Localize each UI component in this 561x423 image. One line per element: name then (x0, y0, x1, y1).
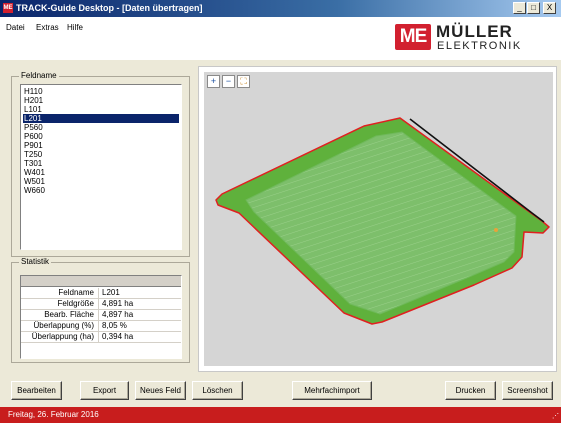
field-list-item[interactable]: W501 (23, 177, 179, 186)
minimize-button[interactable]: _ (513, 2, 526, 14)
menu-extras[interactable]: Extras (36, 22, 59, 34)
delete-button[interactable]: Löschen (192, 381, 243, 400)
field-list-item[interactable]: W660 (23, 186, 179, 195)
stat-label: Feldgröße (57, 299, 94, 308)
stat-label: Bearb. Fläche (44, 310, 94, 319)
field-map-graphic (215, 117, 550, 325)
table-row: Überlappung (ha) 0,394 ha (21, 332, 181, 343)
stat-label: Überlappung (%) (33, 321, 94, 330)
close-button[interactable]: X (543, 2, 556, 14)
field-list-item[interactable]: T250 (23, 150, 179, 159)
new-field-button[interactable]: Neues Feld (135, 381, 186, 400)
field-list-item[interactable]: L201 (23, 114, 179, 123)
stat-label: Feldname (58, 288, 94, 297)
edit-button[interactable]: Bearbeiten (11, 381, 62, 400)
app-logo-icon: ME (3, 3, 13, 13)
field-list-item[interactable]: L101 (23, 105, 179, 114)
table-row: Feldname L201 (21, 288, 181, 299)
status-date: Freitag, 26. Februar 2016 (8, 410, 99, 419)
stat-value: L201 (98, 288, 181, 298)
resize-grip-icon[interactable]: ⋰ (552, 413, 560, 421)
screenshot-button[interactable]: Screenshot (502, 381, 553, 400)
field-list-item[interactable]: P901 (23, 141, 179, 150)
field-name-group-title: Feldname (19, 71, 59, 81)
maximize-button[interactable]: □ (527, 2, 540, 14)
logo-name: MÜLLER (436, 22, 513, 41)
zoom-out-icon[interactable]: − (222, 75, 235, 88)
table-row: Feldgröße 4,891 ha (21, 299, 181, 310)
stat-label: Überlappung (ha) (31, 332, 94, 341)
field-list-item[interactable]: H110 (23, 87, 179, 96)
logo-subtitle: ELEKTRONIK (437, 40, 522, 52)
field-map[interactable]: + − ⛶ (204, 72, 553, 366)
field-list-item[interactable]: H201 (23, 96, 179, 105)
print-button[interactable]: Drucken (445, 381, 496, 400)
field-worked-area (245, 131, 517, 315)
menu-datei[interactable]: Datei (6, 22, 25, 34)
vehicle-marker (494, 228, 498, 232)
field-list-item[interactable]: T301 (23, 159, 179, 168)
statistics-table-header (21, 276, 181, 287)
table-row: Überlappung (%) 8,05 % (21, 321, 181, 332)
statistics-table: Feldname L201 Feldgröße 4,891 ha Bearb. … (20, 275, 182, 359)
field-list[interactable]: H110 H201 L101 L201 P560 P600 P901 T250 … (20, 84, 182, 250)
menu-hilfe[interactable]: Hilfe (67, 22, 83, 34)
export-button[interactable]: Export (80, 381, 129, 400)
stat-value: 0,394 ha (98, 332, 181, 342)
zoom-in-icon[interactable]: + (207, 75, 220, 88)
field-list-item[interactable]: P560 (23, 123, 179, 132)
stat-value: 8,05 % (98, 321, 181, 331)
window-title: TRACK-Guide Desktop - [Daten übertragen] (16, 3, 203, 13)
stat-value: 4,891 ha (98, 299, 181, 309)
zoom-fit-icon[interactable]: ⛶ (237, 75, 250, 88)
field-list-item[interactable]: W401 (23, 168, 179, 177)
multi-import-button[interactable]: Mehrfachimport (292, 381, 372, 400)
field-list-item[interactable]: P600 (23, 132, 179, 141)
logo-mark: ME (395, 24, 431, 50)
statistics-group-title: Statistik (19, 257, 52, 267)
table-row: Bearb. Fläche 4,897 ha (21, 310, 181, 321)
stat-value: 4,897 ha (98, 310, 181, 320)
